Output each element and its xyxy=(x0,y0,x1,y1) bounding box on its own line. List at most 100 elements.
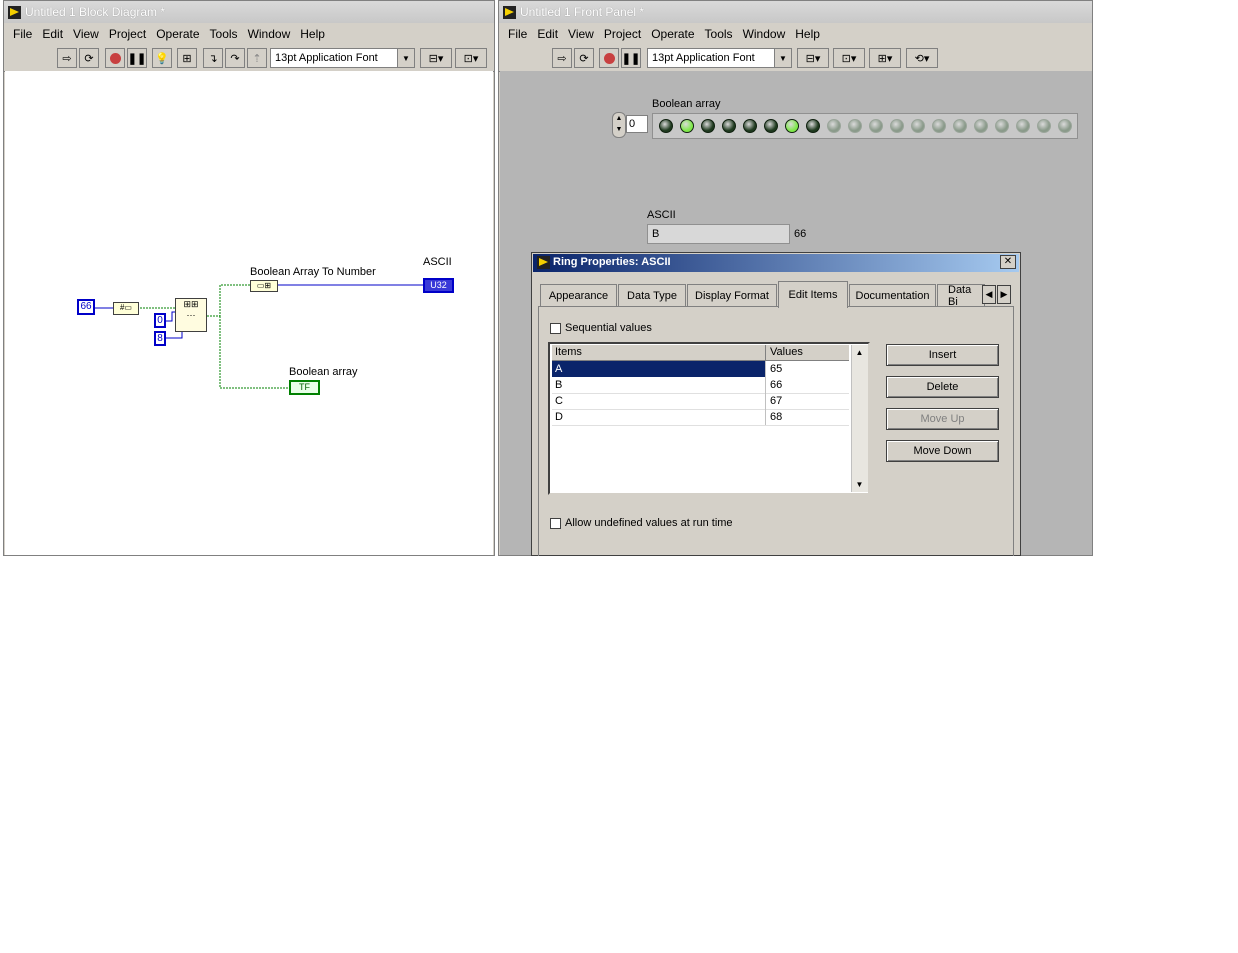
listbox-header: Items Values xyxy=(552,345,849,361)
move-up-button[interactable]: Move Up xyxy=(886,408,999,430)
tab-display-format[interactable]: Display Format xyxy=(687,284,777,306)
table-row[interactable]: C 67 xyxy=(552,393,849,410)
column-divider xyxy=(765,345,766,360)
boolean-led[interactable] xyxy=(785,119,799,133)
row-item: B xyxy=(555,379,563,391)
label-boolean-array-to-number: Boolean Array To Number xyxy=(250,266,376,278)
font-selector-value: 13pt Application Font xyxy=(652,52,755,64)
menu-window[interactable]: Window xyxy=(743,27,786,41)
ascii-ring-value: B xyxy=(652,228,660,240)
array-index-spinner[interactable]: ▲ ▼ xyxy=(612,112,626,138)
array-subset-node[interactable]: ⊞⊞ ⋯ xyxy=(175,298,207,332)
tab-scroll-left-button[interactable]: ◀ xyxy=(982,285,996,304)
tab-scroll-right-button[interactable]: ▶ xyxy=(997,285,1011,304)
abort-button[interactable] xyxy=(599,48,619,68)
menu-project[interactable]: Project xyxy=(604,27,641,41)
run-continuously-button[interactable]: ⟳ xyxy=(574,48,594,68)
align-objects-button[interactable]: ⊟▾ xyxy=(797,48,829,68)
tab-documentation[interactable]: Documentation xyxy=(849,284,936,306)
boolean-led[interactable] xyxy=(659,119,673,133)
distribute-objects-button[interactable]: ⊡▾ xyxy=(833,48,865,68)
boolean-led[interactable] xyxy=(806,119,820,133)
cell-divider xyxy=(765,393,766,409)
boolean-led xyxy=(911,119,925,133)
ascii-numeric-display: 66 xyxy=(794,228,807,240)
numeric-constant-66[interactable]: 66 xyxy=(77,299,95,315)
boolean-led[interactable] xyxy=(701,119,715,133)
tab-edit-items[interactable]: Edit Items xyxy=(778,281,848,308)
menu-help[interactable]: Help xyxy=(795,27,820,41)
numeric-constant-0[interactable]: 0 xyxy=(154,313,166,328)
boolean-led[interactable] xyxy=(680,119,694,133)
boolean-led[interactable] xyxy=(722,119,736,133)
boolean-led xyxy=(827,119,841,133)
boolean-led[interactable] xyxy=(764,119,778,133)
tab-data-binding[interactable]: Data Bi xyxy=(937,284,985,306)
labview-app-icon xyxy=(503,5,516,19)
row-value[interactable]: 66 xyxy=(770,379,782,391)
delete-button[interactable]: Delete xyxy=(886,376,999,398)
scroll-down-arrow-icon[interactable]: ▼ xyxy=(852,477,867,492)
tab-appearance[interactable]: Appearance xyxy=(540,284,617,306)
menu-view[interactable]: View xyxy=(568,27,594,41)
menu-tools[interactable]: Tools xyxy=(705,27,733,41)
row-item: A xyxy=(555,363,563,375)
allow-undefined-checkbox[interactable] xyxy=(550,518,561,529)
move-down-button[interactable]: Move Down xyxy=(886,440,999,462)
boolean-array-to-number-node[interactable]: ▭⊞ xyxy=(250,280,278,292)
row-value[interactable]: 65 xyxy=(766,361,849,377)
table-row[interactable]: B 66 xyxy=(552,377,849,394)
dialog-close-button[interactable]: ✕ xyxy=(1000,255,1016,269)
toolbar: ⇨ ⟳ ❚❚ 13pt Application Font ▼ ⊟▾ ⊡▾ ⊞▾ … xyxy=(499,45,1092,72)
wires xyxy=(95,284,423,389)
font-selector[interactable]: 13pt Application Font ▼ xyxy=(647,48,792,68)
table-row[interactable]: A 65 xyxy=(552,361,849,377)
numeric-constant-8[interactable]: 8 xyxy=(154,331,166,346)
row-item: D xyxy=(555,411,563,423)
menu-operate[interactable]: Operate xyxy=(651,27,694,41)
pause-button[interactable]: ❚❚ xyxy=(621,48,641,68)
boolean-led xyxy=(1037,119,1051,133)
boolean-led xyxy=(1016,119,1030,133)
sequential-values-label: Sequential values xyxy=(565,322,652,334)
boolean-led xyxy=(932,119,946,133)
ascii-ring-label: ASCII xyxy=(647,209,676,221)
stop-icon xyxy=(603,52,615,64)
tab-data-type[interactable]: Data Type xyxy=(618,284,686,306)
boolean-array-indicator-terminal[interactable]: TF xyxy=(289,380,320,395)
boolean-led xyxy=(953,119,967,133)
scroll-up-arrow-icon[interactable]: ▲ xyxy=(852,345,867,360)
row-value[interactable]: 67 xyxy=(770,395,782,407)
boolean-led xyxy=(848,119,862,133)
number-to-boolean-array-node[interactable]: #▭ xyxy=(113,302,139,315)
listbox-vertical-scrollbar[interactable]: ▲ ▼ xyxy=(851,345,868,492)
run-button[interactable]: ⇨ xyxy=(552,48,572,68)
menu-edit[interactable]: Edit xyxy=(537,27,558,41)
row-value[interactable]: 68 xyxy=(770,411,782,423)
table-row[interactable]: D 68 xyxy=(552,409,849,426)
insert-button[interactable]: Insert xyxy=(886,344,999,366)
ascii-indicator-terminal[interactable]: U32 xyxy=(423,278,454,293)
dialog-title: Ring Properties: ASCII xyxy=(553,256,671,268)
boolean-led xyxy=(974,119,988,133)
boolean-led[interactable] xyxy=(743,119,757,133)
ascii-ring-control[interactable]: B xyxy=(647,224,790,244)
allow-undefined-label: Allow undefined values at run time xyxy=(565,517,733,529)
boolean-led xyxy=(869,119,883,133)
resize-objects-button[interactable]: ⊞▾ xyxy=(869,48,901,68)
boolean-led xyxy=(890,119,904,133)
cell-divider xyxy=(765,377,766,393)
front-panel-titlebar[interactable]: Untitled 1 Front Panel * xyxy=(499,1,1092,23)
column-values-header[interactable]: Values xyxy=(770,346,803,358)
label-boolean-array-terminal: Boolean array xyxy=(289,366,358,378)
label-ascii-terminal: ASCII xyxy=(423,256,452,268)
array-index-field[interactable]: 0 xyxy=(626,115,648,133)
boolean-led xyxy=(995,119,1009,133)
column-items-header[interactable]: Items xyxy=(555,346,582,358)
reorder-button[interactable]: ⟲▾ xyxy=(906,48,938,68)
row-item: C xyxy=(555,395,563,407)
cell-divider xyxy=(765,409,766,425)
menu-file[interactable]: File xyxy=(508,27,527,41)
boolean-array-frame xyxy=(652,113,1078,139)
sequential-values-checkbox[interactable] xyxy=(550,323,561,334)
